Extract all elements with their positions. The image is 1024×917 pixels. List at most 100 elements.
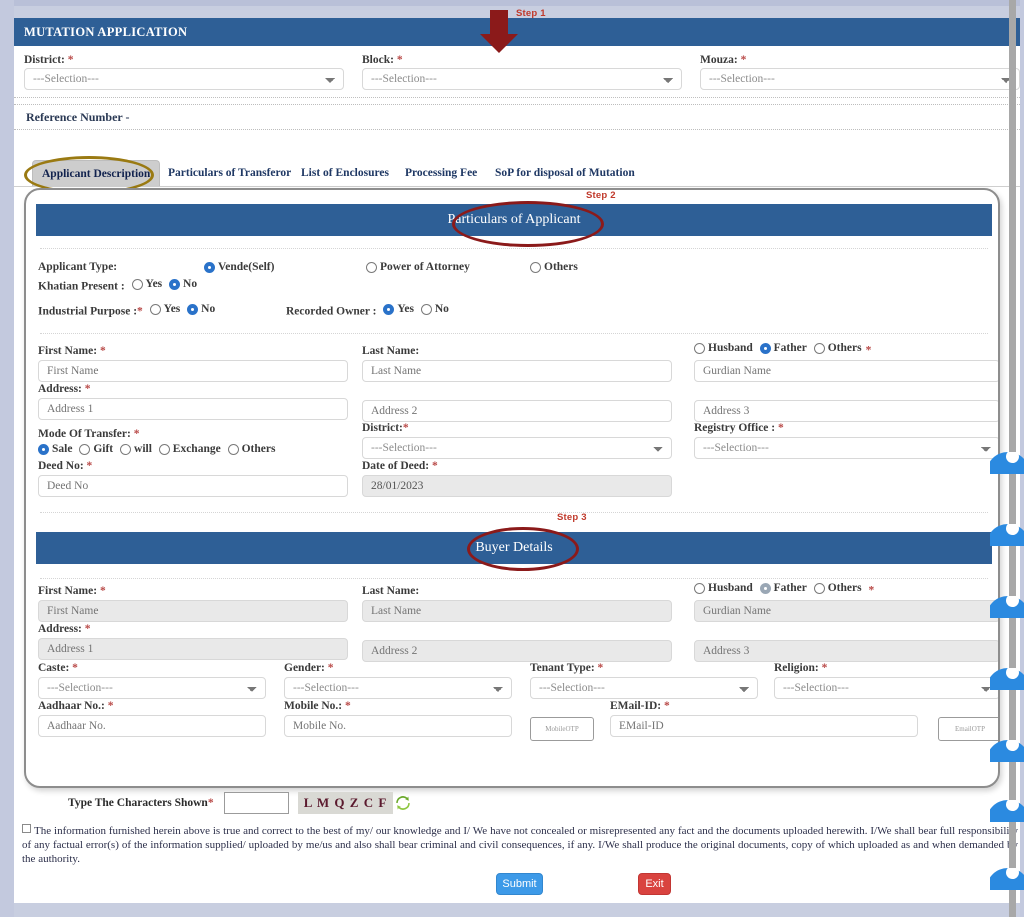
required-marker: * — [67, 54, 74, 66]
radio-industrial-yes[interactable] — [149, 303, 161, 315]
applicant-address-line3-input[interactable] — [694, 400, 998, 422]
buyer-last-name-input[interactable] — [362, 600, 672, 622]
tab-processing-fee[interactable]: Processing Fee — [396, 160, 486, 186]
refresh-icon[interactable] — [394, 793, 412, 813]
applicant-guardian-others[interactable]: Others — [813, 342, 862, 354]
buyer-aadhaar-input[interactable] — [38, 715, 266, 737]
buyer-guardian-husband[interactable]: Husband — [694, 582, 753, 594]
radio-power-of-attorney[interactable] — [366, 261, 377, 273]
applicant-address-line2-input[interactable] — [362, 400, 672, 422]
radio-vende-self[interactable] — [204, 261, 215, 273]
buyer-address-line1-input[interactable] — [38, 638, 348, 660]
radio-husband[interactable] — [694, 582, 705, 594]
buyer-guardian-father[interactable]: Father — [759, 582, 807, 594]
buyer-email-input[interactable] — [610, 715, 918, 737]
tab-sop-for-disposal-of-mutation[interactable]: SoP for disposal of Mutation — [486, 160, 644, 186]
radio-label: Sale — [52, 443, 73, 455]
applicant-first-name-input[interactable] — [38, 360, 348, 382]
recorded-owner-yes[interactable]: Yes — [383, 303, 414, 315]
tab-particulars-of-transferor[interactable]: Particulars of Transferor — [159, 160, 300, 186]
buyer-tenant-type-select[interactable]: ---Selection--- — [530, 677, 758, 699]
radio-others[interactable] — [227, 443, 239, 455]
radio-recorded-yes[interactable] — [383, 303, 395, 315]
step-1-arrow-icon — [480, 10, 518, 53]
radio-label: Power of Attorney — [380, 261, 470, 273]
buyer-address-label: Address: * — [38, 623, 91, 635]
registry-office-field: Registry Office : * ---Selection--- — [694, 422, 998, 459]
applicant-type-option-vende[interactable]: Vende(Self) — [204, 261, 278, 276]
mode-exchange[interactable]: Exchange — [158, 443, 221, 455]
required-marker: * — [345, 700, 351, 712]
district-field: District: * ---Selection--- — [24, 54, 354, 90]
captcha-input[interactable] — [224, 792, 289, 814]
radio-label: Husband — [708, 582, 753, 594]
tab-list-of-enclosures[interactable]: List of Enclosures — [292, 160, 398, 186]
radio-others[interactable] — [813, 342, 825, 354]
declaration-checkbox[interactable] — [22, 824, 31, 833]
deed-no-input[interactable] — [38, 475, 348, 497]
applicant-address-line1-input[interactable] — [38, 398, 348, 420]
radio-husband[interactable] — [694, 342, 705, 354]
khatian-present-no[interactable]: No — [169, 278, 197, 290]
buyer-mobile-label: Mobile No.: * — [284, 700, 351, 712]
radio-label: Gift — [93, 443, 114, 455]
buyer-mobile-input[interactable] — [284, 715, 512, 737]
recorded-owner-no[interactable]: No — [420, 303, 449, 315]
applicant-guardian-field: Husband Father Others * — [694, 342, 998, 382]
industrial-purpose-yes[interactable]: Yes — [149, 303, 180, 315]
buyer-gender-select[interactable]: ---Selection--- — [284, 677, 512, 699]
mobile-otp-button[interactable]: MobileOTP — [530, 717, 594, 741]
radio-sale[interactable] — [38, 443, 49, 455]
radio-label: Others — [544, 261, 578, 273]
mode-sale[interactable]: Sale — [38, 443, 72, 455]
applicant-first-name-field: First Name: * — [38, 345, 348, 382]
radio-will[interactable] — [120, 443, 132, 455]
buyer-caste-select[interactable]: ---Selection--- — [38, 677, 266, 699]
applicant-type-option-poa[interactable]: Power of Attorney — [366, 261, 474, 276]
registry-office-select[interactable]: ---Selection--- — [694, 437, 998, 459]
applicant-guardian-husband[interactable]: Husband — [694, 342, 753, 354]
mode-others[interactable]: Others — [227, 443, 275, 455]
khatian-present-yes[interactable]: Yes — [131, 278, 162, 290]
buyer-address-line2-input[interactable] — [362, 640, 672, 662]
radio-father[interactable] — [759, 342, 771, 354]
district-select[interactable]: ---Selection--- — [24, 68, 344, 90]
radio-khatian-no[interactable] — [169, 278, 181, 290]
mode-will[interactable]: will — [120, 443, 152, 455]
radio-label: No — [183, 278, 198, 290]
radio-khatian-yes[interactable] — [131, 278, 143, 290]
step-2-ellipse — [452, 201, 604, 247]
buyer-tenant-type-label: Tenant Type: * — [530, 662, 604, 674]
mode-gift[interactable]: Gift — [79, 443, 113, 455]
buyer-religion-select[interactable]: ---Selection--- — [774, 677, 998, 699]
applicant-guardian-name-input[interactable] — [694, 359, 998, 382]
decorative-blob — [990, 596, 1024, 618]
radio-others[interactable] — [530, 261, 541, 273]
applicant-district-select[interactable]: ---Selection--- — [362, 437, 672, 459]
buyer-guardian-name-input[interactable] — [694, 599, 998, 622]
applicant-type-option-others[interactable]: Others — [530, 261, 582, 276]
buyer-address-line3-input[interactable] — [694, 640, 998, 662]
submit-button[interactable]: Submit — [496, 873, 543, 895]
reference-number-row: Reference Number - — [14, 104, 1020, 130]
radio-exchange[interactable] — [158, 443, 170, 455]
buyer-first-name-input[interactable] — [38, 600, 348, 622]
buyer-mobile-field: Mobile No.: * — [284, 700, 512, 737]
date-of-deed-input[interactable] — [362, 475, 672, 497]
radio-gift[interactable] — [79, 443, 91, 455]
industrial-purpose-no[interactable]: No — [187, 303, 215, 315]
block-select[interactable]: ---Selection--- — [362, 68, 682, 90]
buyer-guardian-others[interactable]: Others — [813, 582, 862, 594]
mouza-select[interactable]: ---Selection--- — [700, 68, 1020, 90]
radio-industrial-no[interactable] — [187, 303, 199, 315]
applicant-last-name-input[interactable] — [362, 360, 672, 382]
email-otp-button[interactable]: EmailOTP — [938, 717, 998, 741]
radio-recorded-no[interactable] — [420, 303, 432, 315]
applicant-last-name-label: Last Name: — [362, 345, 420, 357]
applicant-district-label: District:* — [362, 422, 409, 434]
radio-others[interactable] — [813, 582, 825, 594]
required-marker: * — [84, 623, 91, 635]
radio-father[interactable] — [759, 582, 771, 594]
exit-button[interactable]: Exit — [638, 873, 671, 895]
applicant-guardian-father[interactable]: Father — [759, 342, 807, 354]
